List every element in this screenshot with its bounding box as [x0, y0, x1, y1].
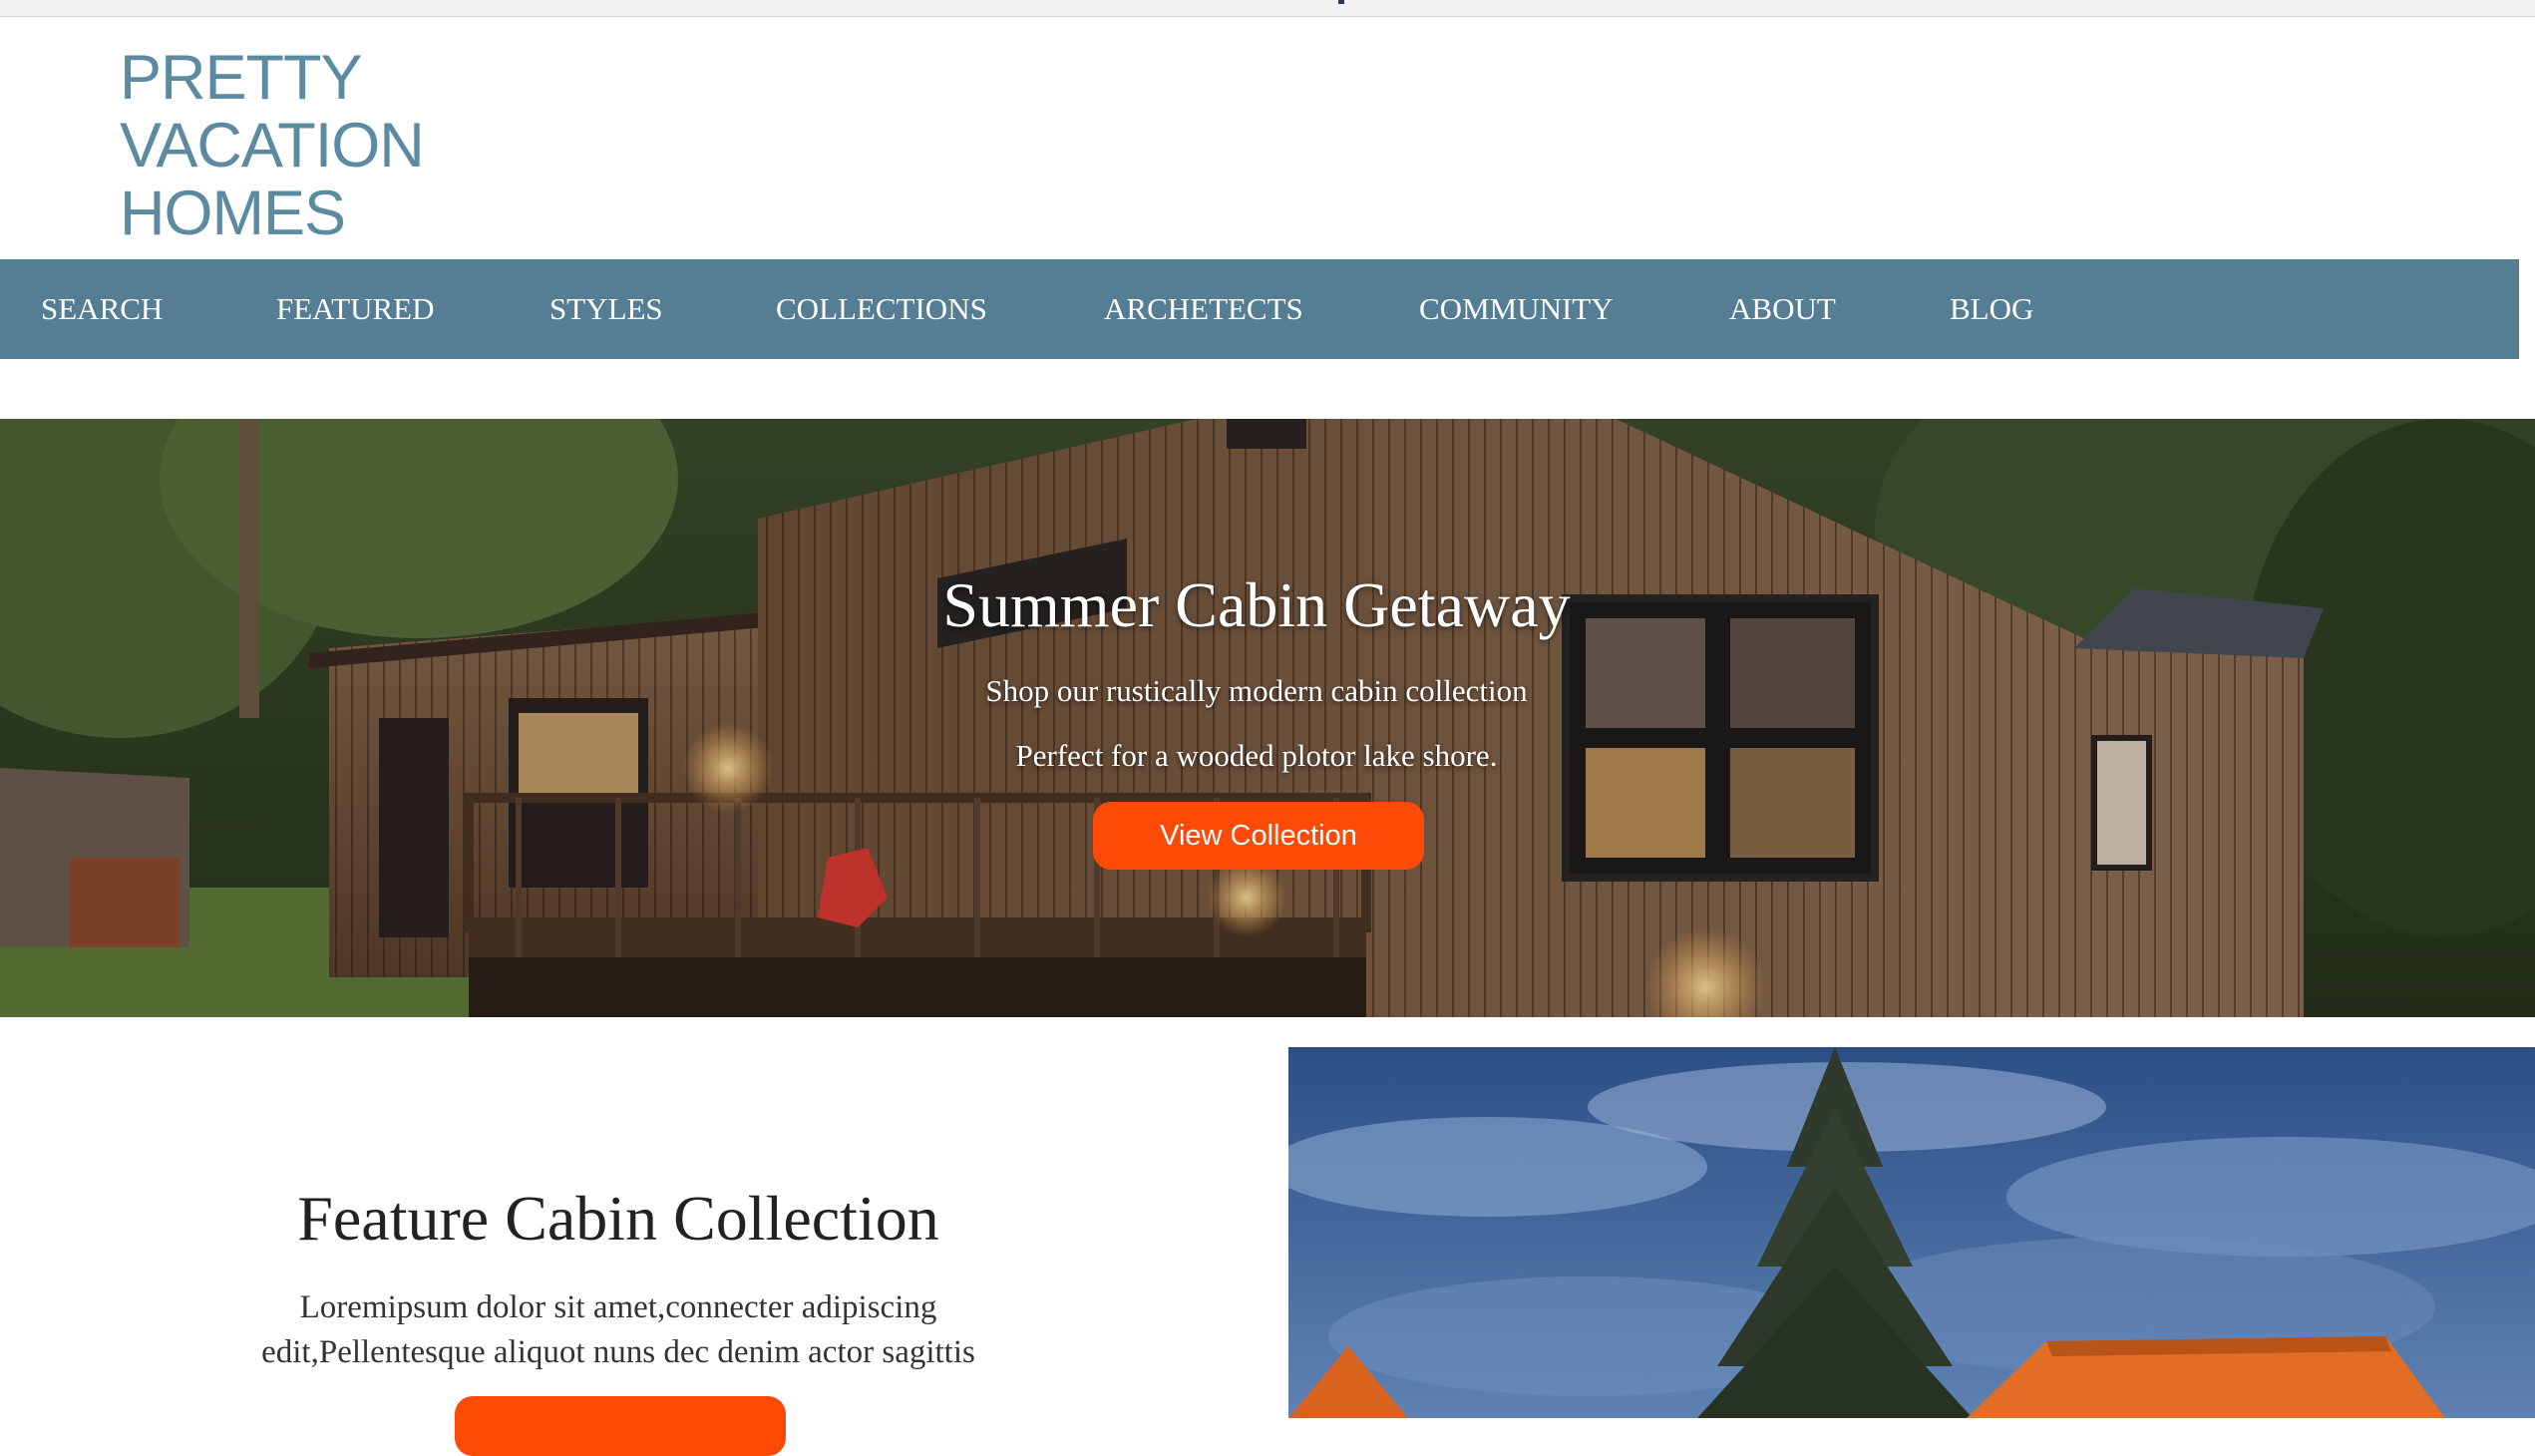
- main-nav: SEARCH FEATURED STYLES COLLECTIONS ARCHE…: [0, 259, 2519, 359]
- nav-item-collections[interactable]: COLLECTIONS: [776, 259, 987, 359]
- logo-line-1: PRETTY: [120, 43, 363, 113]
- browser-top-strip: [0, 0, 2535, 17]
- feature-cabin-photo: [1288, 1047, 2535, 1418]
- site-logo[interactable]: PRETTY VACATION HOMES: [120, 43, 425, 248]
- nav-item-about[interactable]: ABOUT: [1729, 259, 1836, 359]
- nav-item-styles[interactable]: STYLES: [549, 259, 663, 359]
- hero-subtitle-line-2: Perfect for a wooded plotor lake shore.: [1015, 738, 1498, 773]
- nav-item-community[interactable]: COMMUNITY: [1419, 259, 1614, 359]
- nav-item-archetects[interactable]: ARCHETECTS: [1104, 259, 1303, 359]
- hero-banner: Summer Cabin Getaway Shop our rustically…: [0, 419, 2535, 1017]
- nav-item-featured[interactable]: FEATURED: [276, 259, 434, 359]
- hero-cabin-photo: [0, 419, 2535, 1017]
- logo-line-3: HOMES: [120, 179, 346, 248]
- feature-text-line-2: edit,Pellentesque aliquot nuns dec denim…: [261, 1334, 975, 1370]
- nav-item-search[interactable]: SEARCH: [41, 259, 163, 359]
- logo-line-2: VACATION: [120, 111, 425, 181]
- feature-title: Feature Cabin Collection: [297, 1183, 939, 1254]
- top-strip-marker: [1338, 0, 1344, 4]
- feature-text-line-1: Loremipsum dolor sit amet,connecter adip…: [299, 1289, 937, 1325]
- hero-subtitle-line-1: Shop our rustically modern cabin collect…: [985, 673, 1528, 708]
- feature-collection-button[interactable]: [455, 1396, 786, 1456]
- nav-item-blog[interactable]: BLOG: [1950, 259, 2033, 359]
- view-collection-button[interactable]: View Collection: [1093, 802, 1424, 870]
- hero-title: Summer Cabin Getaway: [942, 569, 1571, 640]
